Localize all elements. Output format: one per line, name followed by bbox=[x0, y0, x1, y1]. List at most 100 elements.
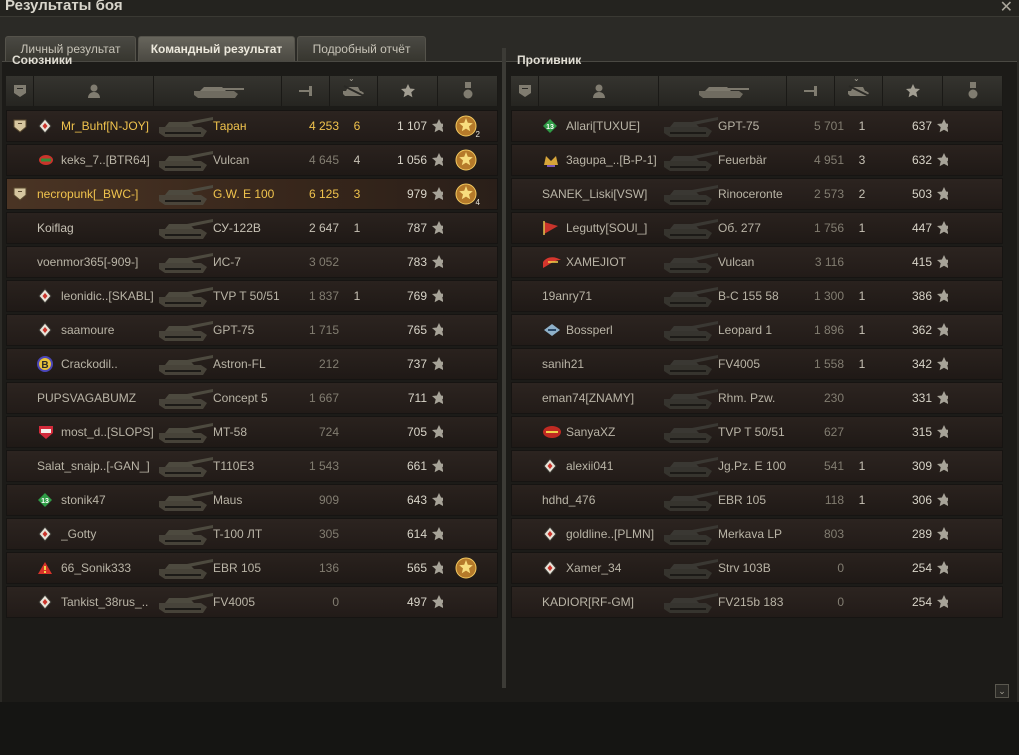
clan-emblem-icon: 13 bbox=[37, 492, 53, 508]
enemies-player-row[interactable]: 13 Allari[TUXUE] GPT-75 5 701 1 637 bbox=[511, 110, 1003, 142]
xp-star-icon bbox=[936, 458, 948, 474]
allies-player-row[interactable]: keks_7..[BTR64] Vulcan 4 645 4 1 056 bbox=[6, 144, 498, 176]
allies-player-row[interactable]: Koiflag СУ-122В 2 647 1 787 bbox=[6, 212, 498, 244]
enemies-player-row[interactable]: goldline..[PLMN] Merkava LP 803 289 bbox=[511, 518, 1003, 550]
kills-value: 1 bbox=[858, 323, 866, 337]
scroll-down-button[interactable]: ⌄ bbox=[995, 684, 1009, 698]
title-bar: Результаты боя ✕ bbox=[0, 0, 1019, 16]
achievement-medal-icon[interactable] bbox=[454, 556, 478, 580]
allies-player-row[interactable]: Tankist_38rus_.. FV4005 0 497 bbox=[6, 586, 498, 618]
achievement-medal-icon[interactable] bbox=[454, 148, 478, 172]
allies-player-row[interactable]: saamoure GPT-75 1 715 765 bbox=[6, 314, 498, 346]
allies-player-row[interactable]: 66_Sonik333 EBR 105 136 565 bbox=[6, 552, 498, 584]
allies-player-row[interactable]: B Crackodil.. Astron-FL 212 737 bbox=[6, 348, 498, 380]
enemies-player-row[interactable]: SANEK_Liski[VSW] Rinoceronte 2 573 2 503 bbox=[511, 178, 1003, 210]
tank-silhouette-icon bbox=[157, 181, 215, 207]
tank-name: Merkava LP bbox=[718, 527, 783, 541]
tank-silhouette-icon bbox=[157, 487, 215, 513]
player-name: hdhd_476 bbox=[542, 493, 596, 507]
xp-star-icon bbox=[936, 322, 948, 338]
player-name: _Gotty bbox=[61, 527, 97, 541]
close-icon[interactable]: ✕ bbox=[1000, 0, 1013, 17]
damage-value: 1 896 bbox=[813, 323, 844, 337]
enemies-title: Противник bbox=[517, 53, 582, 67]
enemies-player-row[interactable]: alexii041 Jg.Pz. E 100 541 1 309 bbox=[511, 450, 1003, 482]
header-tank-column[interactable] bbox=[154, 76, 282, 106]
damage-value: 724 bbox=[318, 425, 339, 439]
kills-value: 1 bbox=[858, 119, 866, 133]
header-medal-column[interactable] bbox=[438, 76, 498, 106]
kills-value: 2 bbox=[858, 187, 866, 201]
player-name: saamoure bbox=[61, 323, 115, 337]
allies-player-row[interactable]: Salat_snajp..[-GAN_] T110E3 1 543 661 bbox=[6, 450, 498, 482]
enemies-player-row[interactable]: sanih21 FV4005 1 558 1 342 bbox=[511, 348, 1003, 380]
kills-value bbox=[347, 587, 367, 617]
tank-silhouette-icon bbox=[662, 521, 720, 547]
clan-emblem-icon bbox=[542, 458, 558, 474]
tank-name: Jg.Pz. E 100 bbox=[718, 459, 787, 473]
allies-player-row[interactable]: voenmor365[-909-] ИС-7 3 052 783 bbox=[6, 246, 498, 278]
tank-name: FV4005 bbox=[213, 595, 256, 609]
enemies-player-row[interactable]: Legutty[SOUl_] Об. 277 1 756 1 447 bbox=[511, 212, 1003, 244]
header-xp-star-column[interactable]: ⌄ bbox=[348, 74, 438, 106]
player-name: most_d..[SLOPS] bbox=[61, 425, 154, 439]
header-xp-star-column[interactable]: ⌄ bbox=[853, 74, 943, 106]
damage-value: 305 bbox=[318, 527, 339, 541]
player-name: Legutty[SOUl_] bbox=[566, 221, 648, 235]
tank-name: MT-58 bbox=[213, 425, 248, 439]
header-damage-column[interactable] bbox=[282, 76, 330, 106]
header-player-column[interactable] bbox=[539, 76, 659, 106]
damage-value: 627 bbox=[823, 425, 844, 439]
tank-silhouette-icon bbox=[157, 113, 215, 139]
enemies-player-row[interactable]: SanyaXZ TVP T 50/51 627 315 bbox=[511, 416, 1003, 448]
header-platoon-column[interactable] bbox=[511, 76, 539, 106]
header-damage-column[interactable] bbox=[787, 76, 835, 106]
achievement-medal-icon[interactable]: 4 bbox=[454, 182, 480, 207]
xp-star-icon bbox=[431, 560, 443, 576]
damage-value: 5 701 bbox=[813, 119, 844, 133]
allies-player-row[interactable]: PUPSVAGABUMZ Concept 5 1 667 711 bbox=[6, 382, 498, 414]
enemies-player-row[interactable]: Bossperl Leopard 1 1 896 1 362 bbox=[511, 314, 1003, 346]
enemies-player-row[interactable]: 19anry71 B-C 155 58 1 300 1 386 bbox=[511, 280, 1003, 312]
tank-silhouette-icon bbox=[662, 453, 720, 479]
allies-player-row[interactable]: Mr_Buhf[N-JOY] Таран 4 253 6 1 107 2 bbox=[6, 110, 498, 142]
enemies-player-row[interactable]: 3agupa_..[B-P-1] Feuerbär 4 951 3 632 bbox=[511, 144, 1003, 176]
enemies-player-row[interactable]: KADIOR[RF-GM] FV215b 183 0 254 bbox=[511, 586, 1003, 618]
allies-player-row[interactable]: most_d..[SLOPS] MT-58 724 705 bbox=[6, 416, 498, 448]
allies-player-row[interactable]: _Gotty T-100 ЛТ 305 614 bbox=[6, 518, 498, 550]
tank-name: GPT-75 bbox=[213, 323, 255, 337]
enemies-player-row[interactable]: hdhd_476 EBR 105 118 1 306 bbox=[511, 484, 1003, 516]
xp-star-icon bbox=[431, 152, 443, 168]
damage-value: 1 558 bbox=[813, 357, 844, 371]
damage-value: 1 837 bbox=[308, 289, 339, 303]
allies-player-row[interactable]: necropunk[_BWC-] G.W. E 100 6 125 3 979 4 bbox=[6, 178, 498, 210]
kills-value: 1 bbox=[858, 289, 866, 303]
header-platoon-column[interactable] bbox=[6, 76, 34, 106]
xp-star-icon bbox=[936, 356, 948, 372]
header-tank-column[interactable] bbox=[659, 76, 787, 106]
header-medal-column[interactable] bbox=[943, 76, 1003, 106]
damage-icon bbox=[802, 83, 820, 99]
tank-name: Feuerbär bbox=[718, 153, 767, 167]
xp-value: 1 056 bbox=[396, 153, 427, 167]
enemies-player-row[interactable]: XAMEJIOT Vulcan 3 116 415 bbox=[511, 246, 1003, 278]
xp-star-icon bbox=[431, 220, 443, 236]
tank-icon bbox=[190, 83, 246, 99]
tank-name: FV4005 bbox=[718, 357, 761, 371]
svg-text:B: B bbox=[41, 360, 48, 371]
clan-emblem-icon bbox=[37, 322, 53, 338]
allies-player-row[interactable]: leonidic..[SKABL] TVP T 50/51 1 837 1 769 bbox=[6, 280, 498, 312]
clan-emblem-icon bbox=[542, 322, 560, 338]
enemies-player-row[interactable]: Xamer_34 Strv 103B 0 254 bbox=[511, 552, 1003, 584]
xp-star-icon bbox=[431, 594, 443, 610]
tank-silhouette-icon bbox=[662, 147, 720, 173]
tank-name: GPT-75 bbox=[718, 119, 760, 133]
allies-player-row[interactable]: 13 stonik47 Maus 909 643 bbox=[6, 484, 498, 516]
enemies-player-row[interactable]: eman74[ZNAMY] Rhm. Pzw. 230 331 bbox=[511, 382, 1003, 414]
achievement-medal-icon[interactable]: 2 bbox=[454, 114, 480, 139]
tank-name: EBR 105 bbox=[213, 561, 262, 575]
clan-emblem-icon bbox=[37, 152, 53, 168]
player-name: sanih21 bbox=[542, 357, 585, 371]
player-name: goldline..[PLMN] bbox=[566, 527, 655, 541]
header-player-column[interactable] bbox=[34, 76, 154, 106]
